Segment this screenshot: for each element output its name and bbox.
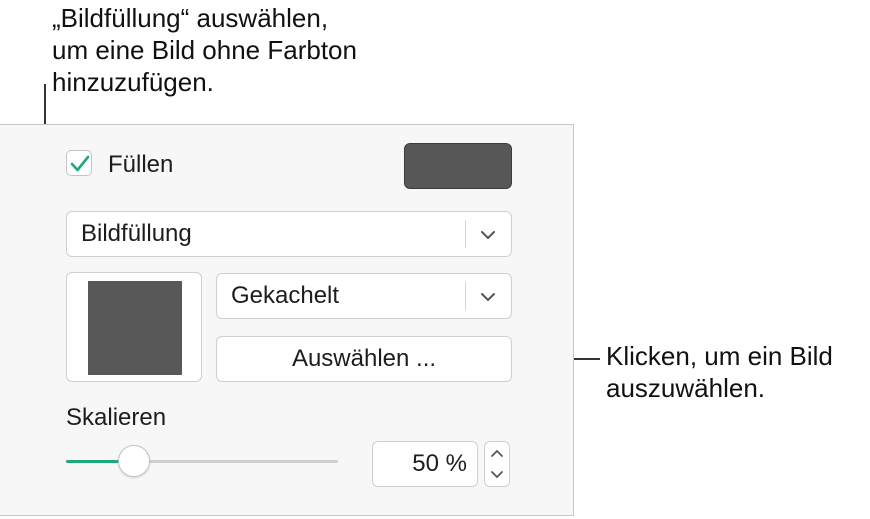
scale-slider-knob[interactable] <box>118 445 150 477</box>
fill-type-select[interactable]: Bildfüllung <box>66 211 512 257</box>
choose-image-button[interactable]: Auswählen ... <box>216 336 512 382</box>
chevron-down-icon <box>491 471 503 478</box>
select-divider <box>465 220 466 248</box>
chevron-down-icon <box>479 282 497 310</box>
checkmark-icon <box>70 155 90 172</box>
fill-checkbox[interactable] <box>66 150 92 176</box>
scale-value-field[interactable]: 50 % <box>372 441 478 487</box>
image-preview-thumbnail <box>88 281 182 375</box>
image-preview-well[interactable] <box>66 272 202 382</box>
stepper-down-button[interactable] <box>485 464 509 486</box>
select-divider <box>465 282 466 310</box>
scale-slider[interactable] <box>66 445 338 477</box>
callout-line: „Bildfüllung“ auswählen, <box>52 3 329 33</box>
callout-line: auszuwählen. <box>606 373 765 403</box>
chevron-up-icon <box>491 450 503 457</box>
fill-type-value: Bildfüllung <box>81 220 192 247</box>
callout-choose-image: Klicken, um ein Bild auszuwählen. <box>606 340 833 404</box>
image-scale-mode-value: Gekachelt <box>231 282 340 309</box>
scale-stepper[interactable] <box>484 441 510 487</box>
callout-fill-type: „Bildfüllung“ auswählen, um eine Bild oh… <box>52 2 357 98</box>
callout-line: hinzuzufügen. <box>52 67 214 97</box>
stepper-up-button[interactable] <box>485 442 509 464</box>
callout-line: Klicken, um ein Bild <box>606 341 833 371</box>
chevron-down-icon <box>479 220 497 248</box>
image-scale-mode-select[interactable]: Gekachelt <box>216 273 512 319</box>
fill-label: Füllen <box>108 151 174 178</box>
scale-label: Skalieren <box>66 404 167 431</box>
callout-line: um eine Bild ohne Farbton <box>52 35 357 65</box>
fill-color-well[interactable] <box>404 143 512 189</box>
